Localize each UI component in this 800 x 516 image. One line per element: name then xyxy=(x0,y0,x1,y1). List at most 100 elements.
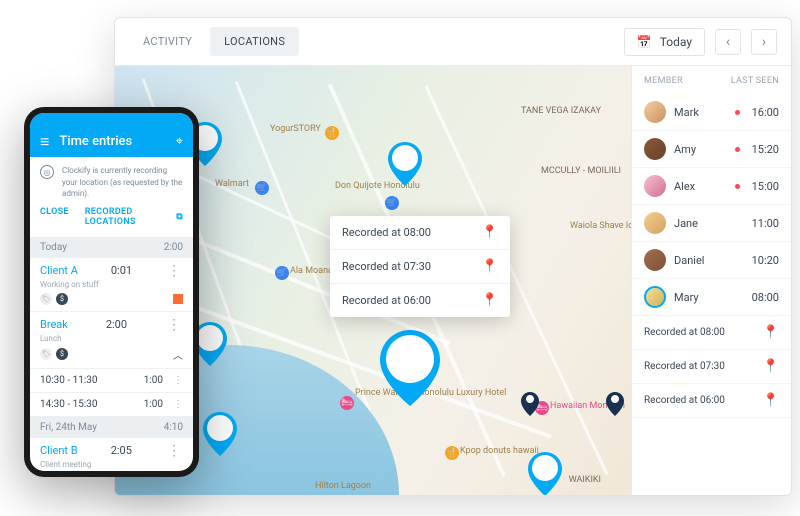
entry-description: Lunch xyxy=(40,334,183,343)
member-name: Alex xyxy=(674,180,727,193)
tabs: ACTIVITY Locations xyxy=(129,27,299,56)
member-sidebar: MEMBER LAST SEEN Mark16:00 Amy 15:20 Alex… xyxy=(631,66,791,495)
district-waikiki: WAIKIKI xyxy=(569,475,601,485)
entry-duration: 2:05 xyxy=(111,444,132,457)
time-entry[interactable]: Break 2:00 ⋮ Lunch 🏷 $ ︿ xyxy=(30,312,193,369)
chevron-up-icon[interactable]: ︿ xyxy=(173,347,183,362)
location-icon: 📍 xyxy=(482,259,498,274)
route-point[interactable] xyxy=(521,392,539,416)
poi-icon: 🛏 xyxy=(340,396,354,410)
member-time: 15:20 xyxy=(752,143,779,156)
district-tane: TANE VEGA IZAKAY xyxy=(521,106,601,116)
time-entry[interactable]: Client A 0:01 ⋮ Working on stuff 🏷 $ xyxy=(30,258,193,312)
sub-entry[interactable]: 14:30 - 15:30 1:00⋮ xyxy=(30,393,193,417)
date-picker[interactable]: 📅 Today xyxy=(624,28,705,56)
recording-row[interactable]: Recorded at 08:00📍 xyxy=(632,316,791,350)
entry-name: Client A xyxy=(40,264,78,277)
member-name: Daniel xyxy=(674,254,744,267)
member-row[interactable]: Amy 15:20 xyxy=(632,131,791,168)
col-member[interactable]: MEMBER xyxy=(644,76,683,86)
member-row[interactable]: Alex15:00 xyxy=(632,168,791,205)
close-button[interactable]: CLOSE xyxy=(40,207,69,227)
entry-duration: 2:00 xyxy=(106,318,127,331)
group-header: Fri, 24th May 4:10 xyxy=(30,417,193,438)
tag-icon[interactable]: 🏷 xyxy=(40,348,52,360)
entry-name: Client B xyxy=(40,444,78,457)
status-bar xyxy=(30,113,193,126)
popup-label: Recorded at 06:00 xyxy=(342,294,431,307)
location-icon: 📍 xyxy=(482,225,498,240)
recording-label: Recorded at 07:30 xyxy=(644,361,725,372)
billable-icon[interactable]: $ xyxy=(56,348,68,360)
member-row[interactable]: Daniel10:20 xyxy=(632,242,791,279)
time-range: 14:30 - 15:30 xyxy=(40,399,98,410)
member-row[interactable]: Mary08:00 xyxy=(632,279,791,316)
sidebar-header: MEMBER LAST SEEN xyxy=(632,66,791,94)
poi-waiola: Waiola Shave Ice xyxy=(570,221,631,231)
location-icon: 📍 xyxy=(763,359,779,374)
recording-row[interactable]: Recorded at 06:00 📍 xyxy=(632,384,791,418)
entry-description: Working on stuff xyxy=(40,280,183,289)
group-label: Fri, 24th May xyxy=(40,422,97,433)
app-bar: ≡ Time entries ⌖ xyxy=(30,126,193,157)
tab-activity[interactable]: ACTIVITY xyxy=(129,27,206,56)
recording-label: Recorded at 06:00 xyxy=(644,395,725,406)
stop-button[interactable] xyxy=(173,294,183,304)
col-lastseen[interactable]: LAST SEEN xyxy=(731,76,779,86)
phone-screen: ≡ Time entries ⌖ ◎ Clockify is currently… xyxy=(30,113,193,471)
gps-icon[interactable]: ⌖ xyxy=(176,134,183,149)
notice-actions: CLOSE RECORDED LOCATIONS ⧉ xyxy=(30,207,193,237)
member-row[interactable]: Jane11:00 xyxy=(632,205,791,242)
prev-button[interactable]: ‹ xyxy=(715,29,741,55)
poi-icon: 🛒 xyxy=(275,266,289,280)
entry-description: Client meeting xyxy=(40,460,183,469)
recorded-locations-button[interactable]: RECORDED LOCATIONS ⧉ xyxy=(85,207,183,227)
poi-icon: 🍴 xyxy=(445,446,459,460)
poi-walmart: Walmart xyxy=(215,179,249,189)
desktop-header: ACTIVITY Locations 📅 Today ‹ › xyxy=(115,18,791,66)
tag-icon[interactable]: 🏷 xyxy=(40,293,52,305)
poi-icon: 🛒 xyxy=(255,181,269,195)
next-button[interactable]: › xyxy=(751,29,777,55)
member-time: 16:00 xyxy=(752,106,779,119)
location-icon: 📍 xyxy=(482,293,498,308)
member-row[interactable]: Mark16:00 xyxy=(632,94,791,131)
member-pin[interactable] xyxy=(388,142,422,186)
entry-name: Break xyxy=(40,318,68,331)
member-name: Amy xyxy=(674,143,727,156)
phone-device: ≡ Time entries ⌖ ◎ Clockify is currently… xyxy=(24,107,199,477)
more-icon[interactable]: ⋮ xyxy=(165,264,183,278)
desktop-body: TANE VEGA IZAKAY MCCULLY - MOILIILI WAIK… xyxy=(115,66,791,495)
menu-icon[interactable]: ≡ xyxy=(40,132,49,152)
sub-entry[interactable]: 10:30 - 11:30 1:00⋮ xyxy=(30,369,193,393)
member-name: Mary xyxy=(674,291,744,304)
tab-locations[interactable]: Locations xyxy=(210,27,299,56)
more-icon[interactable]: ⋮ xyxy=(165,318,183,332)
billable-icon[interactable]: $ xyxy=(56,293,68,305)
group-label: Today xyxy=(40,242,67,253)
member-pin-selected[interactable] xyxy=(380,330,440,406)
time-entry[interactable]: Client B 2:05 ⋮ Client meeting xyxy=(30,438,193,471)
route-point[interactable] xyxy=(606,392,624,416)
member-name: Jane xyxy=(674,217,744,230)
poi-icon: 🍴 xyxy=(325,126,339,140)
member-pin[interactable] xyxy=(528,452,562,495)
time-range: 10:30 - 11:30 xyxy=(40,375,98,386)
location-icon: 📍 xyxy=(763,393,779,408)
member-pin[interactable] xyxy=(203,412,237,456)
poi-hilton: Hilton Lagoon xyxy=(315,481,371,491)
popup-row[interactable]: Recorded at 08:00 📍 xyxy=(330,216,510,250)
group-header: Today 2:00 xyxy=(30,237,193,258)
calendar-icon: 📅 xyxy=(637,35,652,49)
open-icon: ⧉ xyxy=(176,212,183,222)
more-icon[interactable]: ⋮ xyxy=(173,375,183,386)
more-icon[interactable]: ⋮ xyxy=(173,399,183,410)
popup-row[interactable]: Recorded at 06:00 📍 xyxy=(330,284,510,317)
poi-yogur: YogurSTORY xyxy=(270,124,321,134)
recording-row[interactable]: Recorded at 07:30 📍 xyxy=(632,350,791,384)
target-icon: ◎ xyxy=(40,165,54,179)
popup-row[interactable]: Recorded at 07:30 📍 xyxy=(330,250,510,284)
location-notice: ◎ Clockify is currently recording your l… xyxy=(30,157,193,207)
more-icon[interactable]: ⋮ xyxy=(165,444,183,458)
poi-icon: 🛒 xyxy=(385,196,399,210)
